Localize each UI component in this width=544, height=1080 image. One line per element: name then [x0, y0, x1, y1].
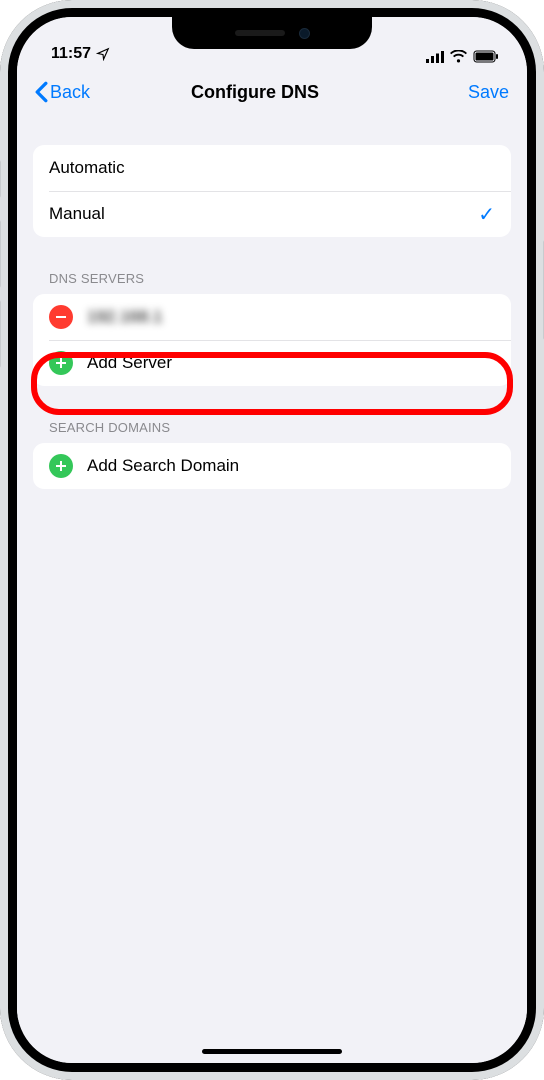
- add-search-domain-row[interactable]: Add Search Domain: [33, 443, 511, 489]
- dns-servers-group: 192.168.1 Add Server: [33, 294, 511, 386]
- add-server-label: Add Server: [87, 353, 495, 373]
- dns-server-value: 192.168.1: [87, 307, 163, 327]
- mode-manual[interactable]: Manual ✓: [33, 191, 511, 237]
- add-server-row[interactable]: Add Server: [33, 340, 511, 386]
- nav-bar: Back Configure DNS Save: [17, 65, 527, 119]
- speaker-grille: [235, 30, 285, 36]
- volume-up-button: [0, 220, 1, 288]
- dns-server-row[interactable]: 192.168.1: [33, 294, 511, 340]
- front-camera: [299, 28, 310, 39]
- checkmark-icon: ✓: [478, 202, 495, 227]
- status-time: 11:57: [51, 45, 91, 63]
- battery-icon: [473, 50, 499, 63]
- volume-down-button: [0, 300, 1, 368]
- location-icon: [96, 47, 110, 61]
- content: Automatic Manual ✓ DNS SERVERS 192.168.1: [17, 119, 527, 489]
- dns-servers-header: DNS SERVERS: [17, 271, 527, 294]
- add-search-domain-button[interactable]: [49, 454, 73, 478]
- wifi-icon: [450, 50, 467, 63]
- cellular-icon: [426, 51, 444, 63]
- mode-manual-label: Manual: [49, 204, 478, 224]
- status-right: [426, 50, 499, 63]
- plus-icon: [55, 460, 67, 472]
- add-server-button[interactable]: [49, 351, 73, 375]
- page-title: Configure DNS: [42, 82, 468, 103]
- search-domains-header: SEARCH DOMAINS: [17, 420, 527, 443]
- search-domains-group: Add Search Domain: [33, 443, 511, 489]
- home-indicator[interactable]: [202, 1049, 342, 1054]
- screen: 11:57: [17, 17, 527, 1063]
- add-search-domain-label: Add Search Domain: [87, 456, 495, 476]
- mode-automatic-label: Automatic: [49, 158, 495, 178]
- save-button[interactable]: Save: [468, 82, 509, 103]
- mode-automatic[interactable]: Automatic: [33, 145, 511, 191]
- plus-icon: [55, 357, 67, 369]
- silent-switch: [0, 160, 1, 198]
- dns-mode-group: Automatic Manual ✓: [33, 145, 511, 237]
- status-left: 11:57: [51, 45, 110, 63]
- remove-server-button[interactable]: [49, 305, 73, 329]
- minus-icon: [55, 311, 67, 323]
- notch: [172, 17, 372, 49]
- phone-frame: 11:57: [0, 0, 544, 1080]
